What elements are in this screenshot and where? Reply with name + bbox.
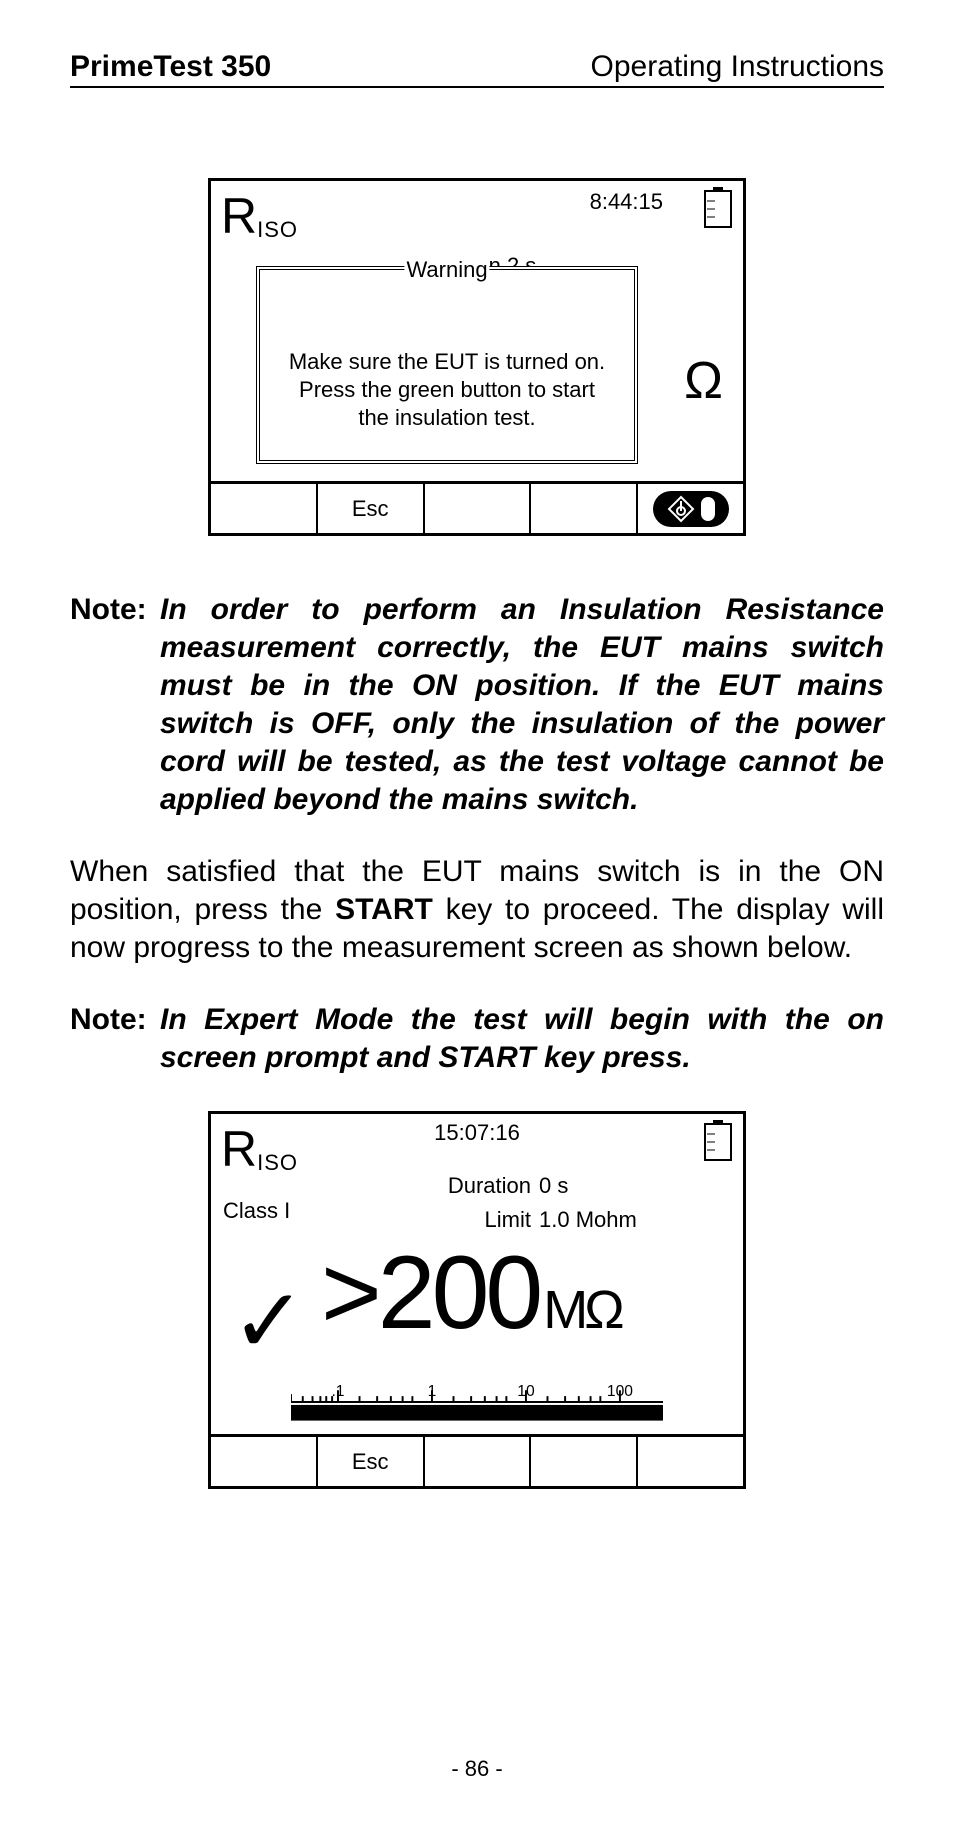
- mode-sub: ISO: [257, 1150, 298, 1175]
- clock: 8:44:15: [590, 189, 663, 215]
- softkey-esc[interactable]: Esc: [318, 1437, 425, 1486]
- log-scale: .1 1 10 100: [291, 1380, 663, 1424]
- duration-label: Duration: [431, 1169, 531, 1203]
- note-body: In order to perform an Insulation Resist…: [160, 591, 884, 819]
- warning-body: Make sure the EUT is turned on. Press th…: [260, 348, 634, 432]
- para-bold: START: [335, 893, 433, 926]
- start-icon: [653, 491, 729, 527]
- battery-icon: [703, 187, 733, 229]
- softkey-bar: Esc: [211, 1434, 743, 1486]
- class-label: Class I: [223, 1198, 290, 1224]
- header-title: PrimeTest 350: [70, 50, 271, 84]
- mode-sub: ISO: [257, 217, 298, 242]
- page-header: PrimeTest 350 Operating Instructions: [70, 50, 884, 88]
- limit-label: Limit: [431, 1203, 531, 1237]
- softkey-4[interactable]: [531, 484, 638, 533]
- ohm-symbol: Ω: [684, 351, 723, 411]
- softkey-esc[interactable]: Esc: [318, 484, 425, 533]
- note-label: Note:: [70, 591, 160, 819]
- note-label: Note:: [70, 1001, 160, 1077]
- mode-indicator: RISO: [221, 1120, 298, 1178]
- warning-dialog: Warning Make sure the EUT is turned on. …: [256, 266, 638, 464]
- mode-r: R: [221, 188, 257, 244]
- warning-line: Press the green button to start: [260, 376, 634, 404]
- mode-r: R: [221, 1121, 257, 1177]
- measurement-value: >200 MΩ: [321, 1234, 621, 1353]
- duration-row: Duration 0 s: [431, 1169, 637, 1203]
- duration-value: 0 s: [539, 1173, 568, 1198]
- device-screen-result: RISO 15:07:16 Class I Duration 0 s Limit 1…: [208, 1111, 746, 1489]
- softkey-1[interactable]: [211, 1437, 318, 1486]
- softkey-4[interactable]: [531, 1437, 638, 1486]
- note-body: In Expert Mode the test will begin with …: [160, 1001, 884, 1077]
- limit-value: 1.0 Mohm: [539, 1207, 637, 1232]
- mode-indicator: RISO: [221, 187, 298, 245]
- limit-row: Limit 1.0 Mohm: [431, 1203, 637, 1237]
- note-block-2: Note: In Expert Mode the test will begin…: [70, 1001, 884, 1077]
- warning-line: the insulation test.: [260, 404, 634, 432]
- softkey-5[interactable]: [638, 1437, 743, 1486]
- warning-title: Warning: [404, 257, 489, 283]
- page-number: - 86 -: [0, 1756, 954, 1782]
- value-unit: MΩ: [543, 1279, 620, 1341]
- check-icon: ✓: [231, 1269, 306, 1374]
- params-block: Duration 0 s Limit 1.0 Mohm: [431, 1169, 637, 1237]
- body-paragraph: When satisfied that the EUT mains switch…: [70, 853, 884, 967]
- softkey-start[interactable]: [638, 484, 743, 533]
- clock: 15:07:16: [434, 1120, 520, 1146]
- device-screen-warning: RISO 8:44:15 Duration 2 s Warning Make s…: [208, 178, 746, 536]
- battery-icon: [703, 1120, 733, 1162]
- note-block-1: Note: In order to perform an Insulation …: [70, 591, 884, 819]
- header-subtitle: Operating Instructions: [591, 50, 884, 84]
- softkey-bar: Esc: [211, 481, 743, 533]
- softkey-1[interactable]: [211, 484, 318, 533]
- warning-line: Make sure the EUT is turned on.: [260, 348, 634, 376]
- value-number: >200: [321, 1234, 539, 1353]
- softkey-3[interactable]: [425, 1437, 532, 1486]
- softkey-3[interactable]: [425, 484, 532, 533]
